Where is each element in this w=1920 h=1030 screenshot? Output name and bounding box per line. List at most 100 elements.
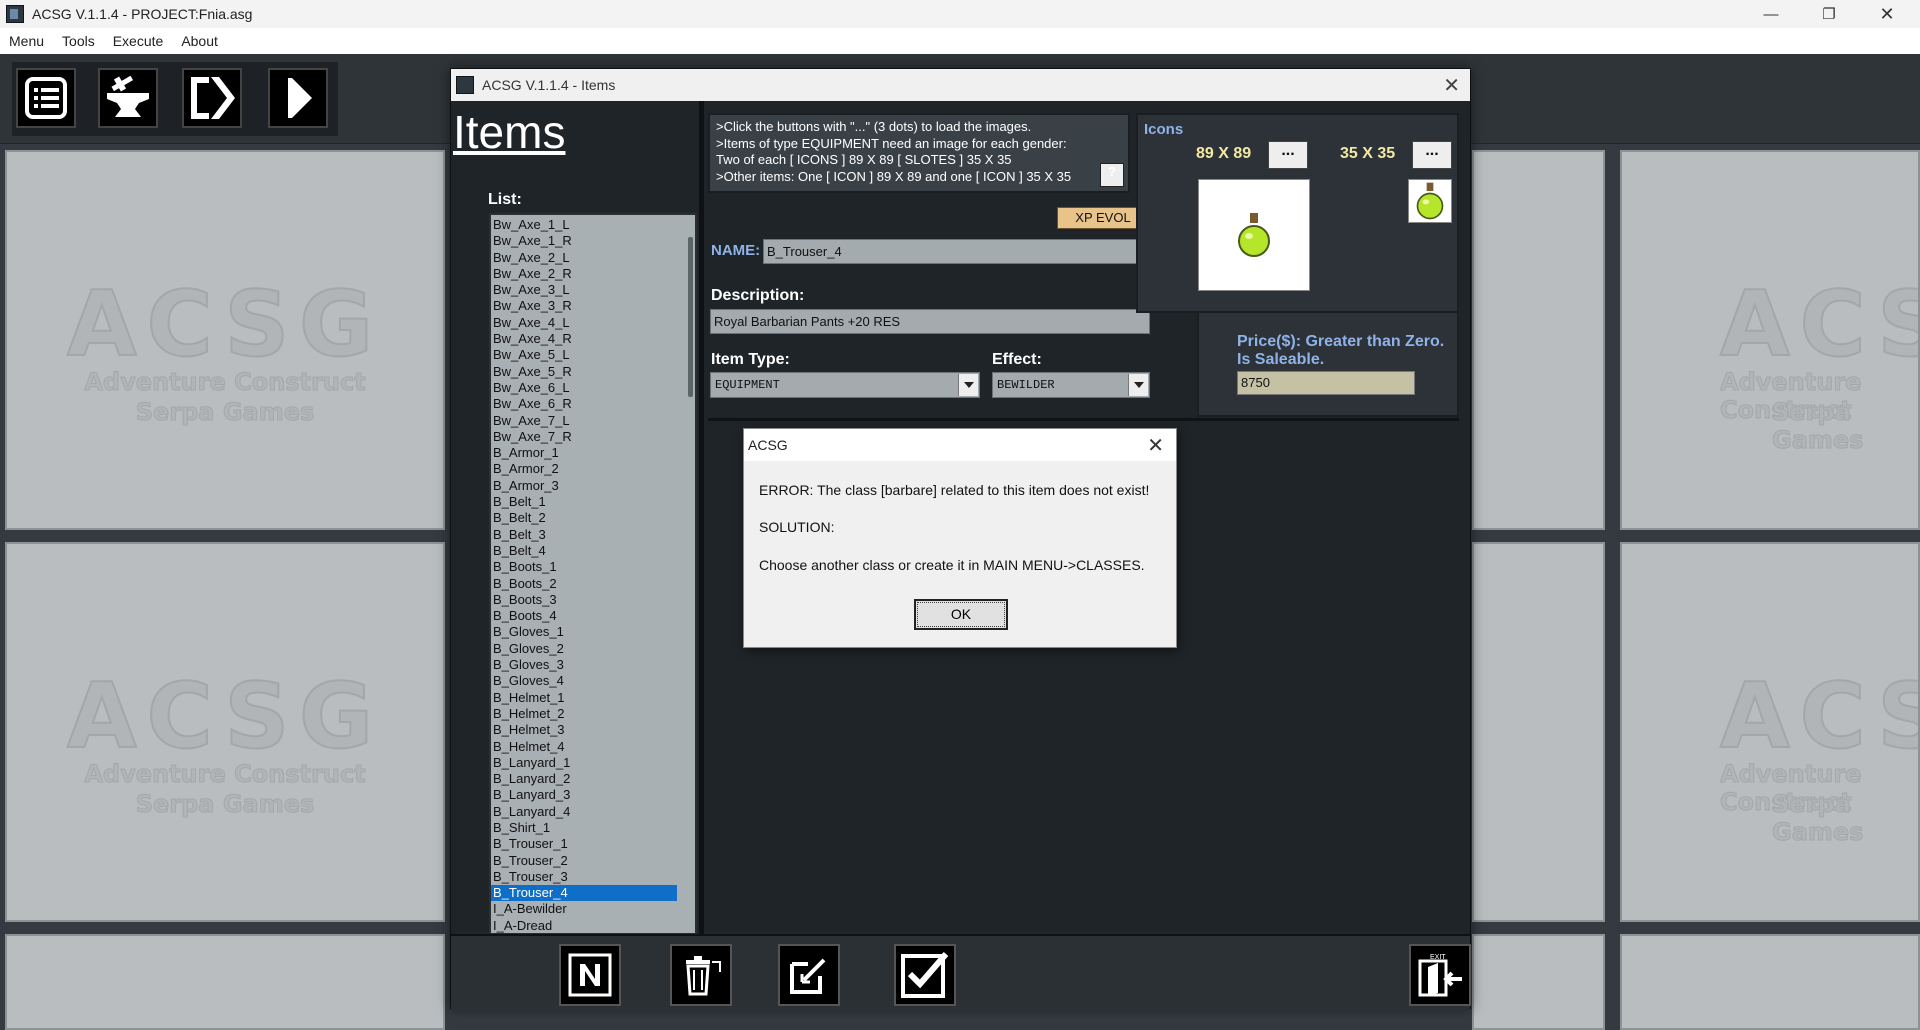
list-item[interactable]: B_Boots_4 bbox=[491, 608, 677, 624]
list-item[interactable]: Bw_Axe_3_R bbox=[491, 298, 677, 314]
list-scrollbar[interactable] bbox=[688, 237, 693, 397]
list-item[interactable]: B_Trouser_2 bbox=[491, 853, 677, 869]
list-item[interactable]: B_Lanyard_4 bbox=[491, 804, 677, 820]
info-line: >Items of type EQUIPMENT need an image f… bbox=[716, 135, 1067, 151]
page-title: Items bbox=[453, 106, 566, 158]
list-item[interactable]: Bw_Axe_4_L bbox=[491, 315, 677, 331]
list-item[interactable]: B_Helmet_1 bbox=[491, 690, 677, 706]
divider bbox=[708, 418, 1459, 421]
export-icon bbox=[191, 77, 235, 119]
list-button[interactable] bbox=[16, 68, 76, 128]
edit-button[interactable] bbox=[778, 944, 840, 1006]
list-item[interactable]: B_Lanyard_2 bbox=[491, 771, 677, 787]
app-icon bbox=[6, 5, 24, 23]
list-item[interactable]: B_Helmet_3 bbox=[491, 722, 677, 738]
minimize-button[interactable]: — bbox=[1742, 0, 1800, 28]
list-item[interactable]: B_Helmet_2 bbox=[491, 706, 677, 722]
help-button[interactable]: ? bbox=[1100, 163, 1124, 187]
list-item[interactable]: B_Gloves_4 bbox=[491, 673, 677, 689]
watermark-text: ACSG bbox=[1719, 271, 1918, 378]
list-item[interactable]: B_Armor_2 bbox=[491, 461, 677, 477]
play-button[interactable] bbox=[268, 68, 328, 128]
error-dialog: ACSG ✕ ERROR: The class [barbare] relate… bbox=[743, 428, 1177, 648]
size-big-label: 89 X 89 bbox=[1196, 145, 1252, 162]
icons-panel: Icons 89 X 89 ... 35 X 35 ... bbox=[1136, 113, 1459, 313]
restore-button[interactable]: ❐ bbox=[1800, 0, 1858, 28]
list-item[interactable]: B_Armor_3 bbox=[491, 478, 677, 494]
exit-button[interactable]: EXIT bbox=[1409, 944, 1471, 1006]
list-item[interactable]: Bw_Axe_5_L bbox=[491, 347, 677, 363]
delete-button[interactable] bbox=[670, 944, 732, 1006]
list-item[interactable]: B_Belt_4 bbox=[491, 543, 677, 559]
list-item[interactable]: B_Boots_1 bbox=[491, 559, 677, 575]
chevron-down-icon[interactable] bbox=[958, 374, 978, 396]
list-item[interactable]: Bw_Axe_4_R bbox=[491, 331, 677, 347]
item-type-select[interactable]: EQUIPMENT bbox=[710, 372, 980, 398]
list-item[interactable]: B_Armor_1 bbox=[491, 445, 677, 461]
list-item[interactable]: B_Gloves_3 bbox=[491, 657, 677, 673]
list-item[interactable]: B_Belt_2 bbox=[491, 510, 677, 526]
list-item[interactable]: Bw_Axe_2_L bbox=[491, 250, 677, 266]
items-close-icon[interactable]: ✕ bbox=[1443, 73, 1460, 98]
list-item[interactable]: B_Lanyard_1 bbox=[491, 755, 677, 771]
list-item[interactable]: I_A-Bewilder bbox=[491, 901, 677, 917]
list-item[interactable]: I_A-Dread bbox=[491, 918, 677, 933]
close-button[interactable]: ✕ bbox=[1858, 0, 1916, 28]
list-item[interactable]: Bw_Axe_6_R bbox=[491, 396, 677, 412]
list-item[interactable]: Bw_Axe_1_L bbox=[491, 217, 677, 233]
list-item[interactable]: B_Gloves_2 bbox=[491, 641, 677, 657]
list-item[interactable]: B_Belt_1 bbox=[491, 494, 677, 510]
description-input[interactable]: Royal Barbarian Pants +20 RES bbox=[710, 309, 1150, 334]
icon-preview-large bbox=[1198, 179, 1310, 291]
name-input[interactable]: B_Trouser_4 bbox=[763, 239, 1149, 264]
list-item[interactable]: Bw_Axe_2_R bbox=[491, 266, 677, 282]
dialog-close-icon[interactable]: ✕ bbox=[1147, 433, 1164, 458]
price-label-line: Price($): Greater than Zero. bbox=[1237, 333, 1445, 350]
list-item[interactable]: B_Trouser_4 bbox=[491, 885, 677, 902]
list-item[interactable]: B_Belt_3 bbox=[491, 527, 677, 543]
new-button[interactable] bbox=[559, 944, 621, 1006]
confirm-button[interactable] bbox=[894, 944, 956, 1006]
list-item[interactable]: Bw_Axe_7_R bbox=[491, 429, 677, 445]
price-input[interactable]: 8750 bbox=[1237, 371, 1415, 395]
list-item[interactable]: B_Gloves_1 bbox=[491, 624, 677, 640]
list-item[interactable]: Bw_Axe_3_L bbox=[491, 282, 677, 298]
list-item[interactable]: Bw_Axe_5_R bbox=[491, 364, 677, 380]
app-icon bbox=[456, 76, 474, 94]
info-line: >Other items: One [ ICON ] 89 X 89 and o… bbox=[716, 168, 1072, 184]
solution-message: Choose another class or create it in MAI… bbox=[759, 557, 1145, 573]
load-small-icon-button[interactable]: ... bbox=[1412, 141, 1452, 169]
watermark-text: Serpa Games bbox=[1772, 398, 1864, 455]
list-item[interactable]: Bw_Axe_7_L bbox=[491, 413, 677, 429]
effect-select[interactable]: BEWILDER bbox=[992, 372, 1150, 398]
menu-about[interactable]: About bbox=[181, 33, 218, 49]
chevron-down-icon[interactable] bbox=[1128, 374, 1148, 396]
bg-tile: ACSG Adventure Construct Serpa Games bbox=[1620, 150, 1920, 530]
menu-tools[interactable]: Tools bbox=[62, 33, 95, 49]
menu-execute[interactable]: Execute bbox=[113, 33, 164, 49]
list-item[interactable]: B_Trouser_1 bbox=[491, 836, 677, 852]
list-item[interactable]: B_Shirt_1 bbox=[491, 820, 677, 836]
list-item[interactable]: Bw_Axe_6_L bbox=[491, 380, 677, 396]
bg-tile bbox=[1620, 934, 1920, 1030]
divider bbox=[699, 101, 704, 941]
export-button[interactable] bbox=[182, 68, 242, 128]
list-item[interactable]: Bw_Axe_1_R bbox=[491, 233, 677, 249]
list-item[interactable]: B_Boots_3 bbox=[491, 592, 677, 608]
anvil-button[interactable] bbox=[98, 68, 158, 128]
icon-preview-small bbox=[1408, 179, 1452, 223]
list-item[interactable]: B_Trouser_3 bbox=[491, 869, 677, 885]
menu-menu[interactable]: Menu bbox=[9, 33, 44, 49]
exit-icon: EXIT bbox=[1418, 954, 1462, 997]
watermark-text: ACSG bbox=[1719, 663, 1918, 770]
items-list[interactable]: Bw_Axe_1_L Bw_Axe_1_R Bw_Axe_2_L Bw_Axe_2_R… bbox=[489, 213, 697, 935]
ok-button[interactable]: OK bbox=[914, 599, 1008, 630]
list-item[interactable]: B_Lanyard_3 bbox=[491, 787, 677, 803]
load-big-icon-button[interactable]: ... bbox=[1268, 141, 1308, 169]
bg-tile: ACSG Adventure Construct Serpa Games bbox=[5, 150, 445, 530]
price-label: Price($): Greater than Zero. Is Saleable… bbox=[1237, 333, 1444, 369]
delete-icon bbox=[686, 956, 721, 996]
list-item[interactable]: B_Helmet_4 bbox=[491, 739, 677, 755]
list-item[interactable]: B_Boots_2 bbox=[491, 576, 677, 592]
bg-tile bbox=[5, 934, 445, 1030]
